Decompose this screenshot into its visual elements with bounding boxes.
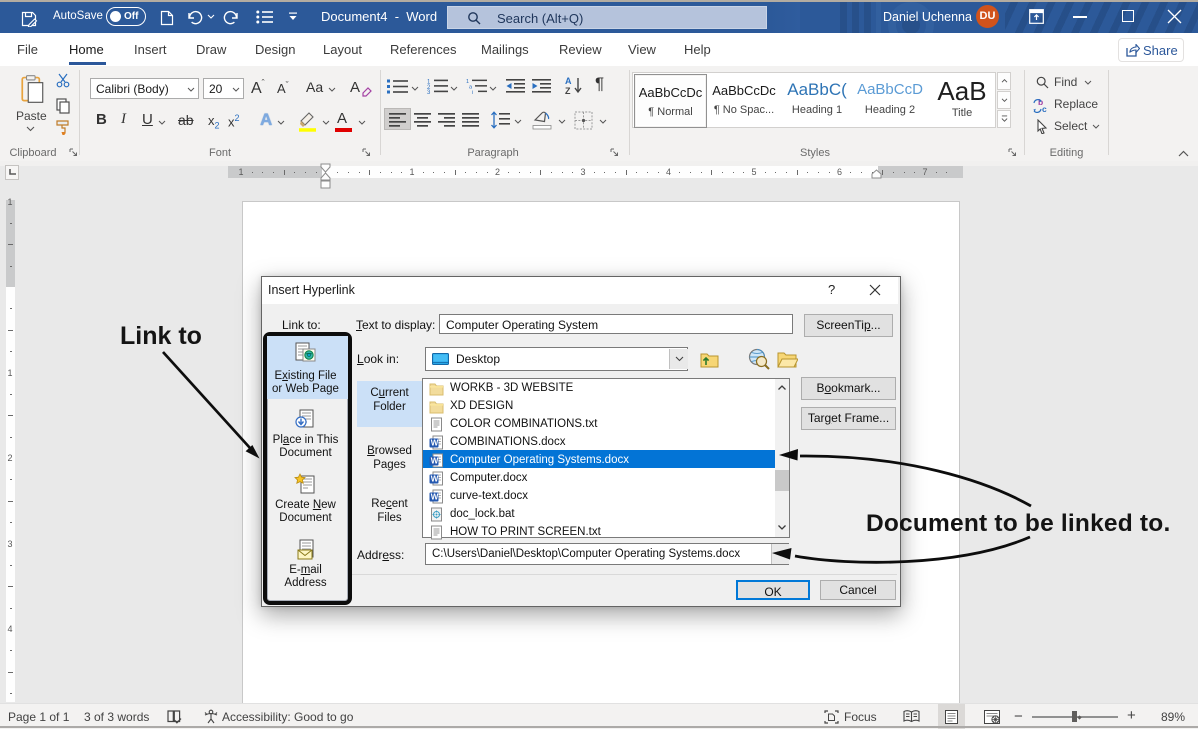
- svg-text:3: 3: [427, 90, 431, 94]
- svg-text:W: W: [431, 475, 439, 484]
- svg-text:i: i: [472, 90, 473, 94]
- svg-text:W: W: [431, 493, 439, 502]
- svg-text:W: W: [431, 439, 439, 448]
- svg-text:c: c: [1042, 104, 1047, 113]
- svg-text:Z: Z: [565, 86, 571, 95]
- svg-text:W: W: [431, 457, 439, 466]
- svg-text:A: A: [565, 76, 572, 86]
